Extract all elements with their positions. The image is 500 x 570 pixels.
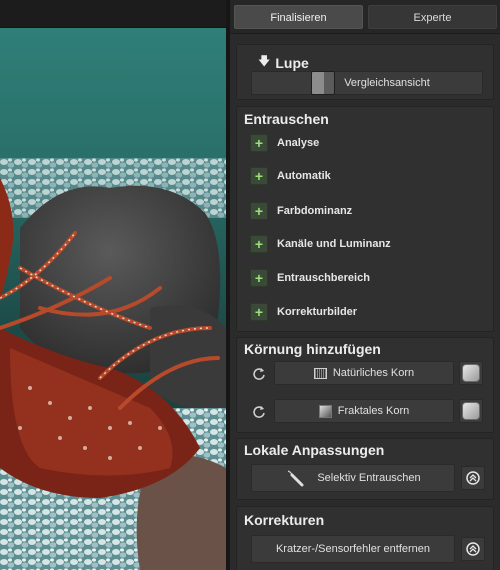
item-label: Analyse	[277, 137, 320, 149]
natural-grain-button[interactable]: Natürliches Korn	[274, 361, 454, 385]
list-item-automatik[interactable]: + Automatik	[250, 166, 331, 186]
korrekturen-title: Korrekturen	[244, 512, 325, 528]
lupe-header[interactable]: 🡇 Lupe	[258, 52, 309, 73]
grain-fractal-icon	[318, 404, 332, 418]
down-arrow-icon: 🡇	[258, 54, 271, 68]
item-label: Farbdominanz	[277, 205, 353, 217]
natural-grain-label: Natürliches Korn	[332, 367, 415, 379]
grain-natural-icon	[313, 367, 327, 379]
list-item-entrauschbereich[interactable]: + Entrauschbereich	[250, 268, 370, 288]
plus-icon[interactable]: +	[250, 269, 268, 287]
item-label: Kanäle und Luminanz	[277, 238, 391, 250]
lupe-title: Lupe	[275, 54, 309, 71]
plus-icon[interactable]: +	[250, 167, 268, 185]
selective-denoise-button[interactable]: Selektiv Entrauschen	[251, 464, 455, 492]
plus-icon[interactable]: +	[250, 235, 268, 253]
preview-toolbar	[0, 0, 226, 28]
list-item-kanaele[interactable]: + Kanäle und Luminanz	[250, 234, 391, 254]
list-item-korrekturbilder[interactable]: + Korrekturbilder	[250, 302, 357, 322]
aquarium-crayfish-image	[0, 28, 226, 570]
brush-icon	[288, 470, 304, 487]
refresh-icon[interactable]	[249, 362, 269, 386]
item-label: Entrauschbereich	[277, 272, 370, 284]
entrauschen-title: Entrauschen	[244, 111, 329, 127]
item-label: Korrekturbilder	[277, 306, 358, 318]
tab-finalisieren[interactable]: Finalisieren	[234, 5, 363, 29]
lokale-title: Lokale Anpassungen	[244, 442, 385, 458]
selective-denoise-label: Selektiv Entrauschen	[317, 472, 421, 484]
item-label: Automatik	[277, 170, 331, 182]
koernung-title: Körnung hinzufügen	[244, 341, 381, 357]
compare-toggle[interactable]	[311, 71, 335, 95]
plus-icon[interactable]: +	[250, 202, 268, 220]
target-icon[interactable]	[461, 466, 485, 490]
compare-label: Vergleichsansicht	[344, 77, 430, 89]
refresh-icon[interactable]	[249, 400, 269, 424]
photo-preview[interactable]	[0, 0, 226, 570]
fractal-grain-button[interactable]: Fraktales Korn	[274, 399, 454, 423]
tab-experte[interactable]: Experte	[368, 5, 497, 29]
target-icon[interactable]	[461, 537, 485, 561]
scratch-removal-button[interactable]: Kratzer-/Sensorfehler entfernen	[251, 535, 455, 563]
dice-icon[interactable]	[459, 361, 483, 385]
dice-icon[interactable]	[459, 399, 483, 423]
list-item-farbdominanz[interactable]: + Farbdominanz	[250, 201, 352, 221]
compare-view-button[interactable]: Vergleichsansicht	[251, 71, 483, 95]
fractal-grain-label: Fraktales Korn	[337, 405, 410, 417]
plus-icon[interactable]: +	[250, 303, 268, 321]
list-item-analyse[interactable]: + Analyse	[250, 133, 319, 153]
plus-icon[interactable]: +	[250, 134, 268, 152]
scratch-removal-label: Kratzer-/Sensorfehler entfernen	[275, 543, 431, 555]
mode-tabs: Finalisieren Experte	[230, 0, 500, 34]
